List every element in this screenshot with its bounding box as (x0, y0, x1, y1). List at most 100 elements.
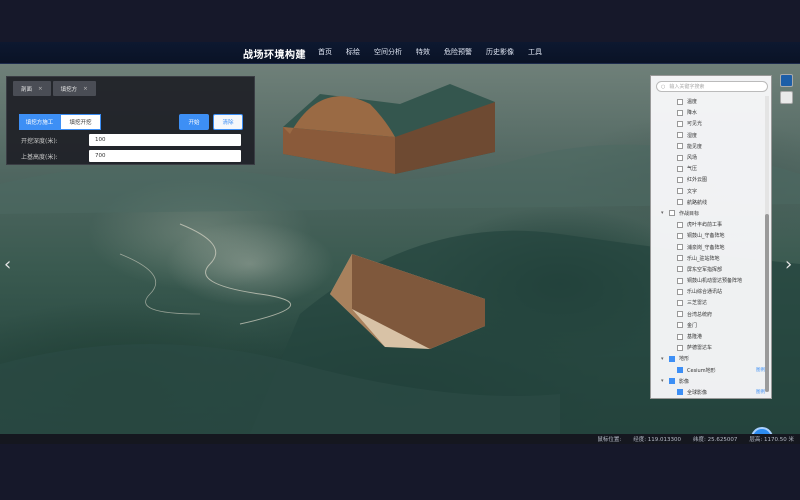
layer-checkbox[interactable] (677, 344, 683, 351)
layer-checkbox[interactable] (677, 277, 683, 284)
search-icon: ○ (661, 83, 666, 90)
layer-checkbox[interactable] (677, 165, 683, 172)
expand-caret-icon[interactable]: ▾ (661, 356, 667, 362)
map-viewport[interactable]: ‹ › 剖面 × 填挖方 × 填挖方施工 填挖开挖 开始 清除 开挖深度(米):… (0, 64, 800, 444)
layers-icon[interactable] (780, 74, 793, 87)
layer-tree-item[interactable]: 温度 (657, 96, 765, 107)
layer-checkbox[interactable] (677, 255, 683, 262)
layer-label: 影像 (679, 378, 690, 385)
layer-label: 萨德雷达车 (687, 345, 713, 352)
layer-checkbox[interactable] (677, 120, 683, 127)
nav-item-danger-warning[interactable]: 危险预警 (444, 47, 472, 57)
layer-label: 屏东空军指挥部 (687, 266, 723, 273)
layer-label: 全球影像 (687, 389, 708, 396)
pan-left-arrow-icon[interactable]: ‹ (4, 254, 11, 275)
layer-tree-item[interactable]: 三芝雷达 (657, 297, 765, 308)
scrollbar-thumb[interactable] (765, 214, 769, 392)
layer-tree-item[interactable]: 风场 (657, 152, 765, 163)
layer-tree-item[interactable]: ▾ 地形 (657, 353, 765, 364)
layer-checkbox[interactable] (677, 143, 683, 150)
layer-tree-item[interactable]: 铜鼓山_守备阵地 (657, 230, 765, 241)
layer-tree-item[interactable]: 全球影像 图例 (657, 387, 765, 398)
layer-checkbox[interactable] (677, 322, 683, 329)
layer-tree-item[interactable]: Cesium地形 图例 (657, 365, 765, 376)
layer-checkbox[interactable] (677, 367, 683, 374)
layer-checkbox[interactable] (677, 109, 683, 116)
layer-tree-item[interactable]: 铜鼓山机动雷达预备阵地 (657, 275, 765, 286)
basemap-icon[interactable] (780, 91, 793, 104)
layer-checkbox[interactable] (669, 355, 675, 362)
tab-profile[interactable]: 剖面 × (13, 81, 51, 96)
layer-checkbox[interactable] (669, 210, 675, 217)
longitude-readout: 经度: 119.013300 (633, 437, 682, 443)
nav-item-spatial-analysis[interactable]: 空间分析 (374, 47, 402, 57)
layer-tree-item[interactable]: ▾ 作战目标 (657, 208, 765, 219)
nav-item-tools[interactable]: 工具 (528, 47, 542, 57)
scrollbar[interactable] (765, 96, 769, 392)
layer-tree-item[interactable]: 湿度 (657, 130, 765, 141)
layer-checkbox[interactable] (677, 98, 683, 105)
layer-tree-item[interactable]: 浦泉岗_守备阵地 (657, 241, 765, 252)
start-button[interactable]: 开始 (179, 114, 209, 130)
layer-tree-item[interactable]: 可见光 (657, 118, 765, 129)
layer-checkbox[interactable] (677, 188, 683, 195)
layer-checkbox[interactable] (677, 288, 683, 295)
mode-excavate-button[interactable]: 填挖开挖 (60, 114, 101, 130)
layer-tree-item[interactable]: 气压 (657, 163, 765, 174)
layer-tree-item[interactable]: 红外云图 (657, 174, 765, 185)
legend-link[interactable]: 图例 (756, 389, 765, 395)
height-readout: 层高: 1170.50 米 (749, 437, 794, 443)
layer-checkbox[interactable] (677, 132, 683, 139)
tab-label: 剖面 (21, 86, 33, 93)
layer-tree-item[interactable]: 台湾总统府 (657, 309, 765, 320)
layer-tree-item[interactable]: 乐山_驻站阵地 (657, 253, 765, 264)
layer-checkbox[interactable] (677, 176, 683, 183)
depth-input[interactable]: 100 (89, 134, 241, 146)
clear-button[interactable]: 清除 (213, 114, 243, 130)
close-icon[interactable]: × (83, 86, 88, 92)
layer-tree-item[interactable]: 航路航线 (657, 197, 765, 208)
layer-tree-item[interactable]: 屏东空军指挥部 (657, 264, 765, 275)
height-input[interactable]: 700 (89, 150, 241, 162)
layer-checkbox[interactable] (677, 311, 683, 318)
app-title: 战场环境构建 (243, 50, 306, 61)
layer-label: 温度 (687, 99, 698, 106)
layer-tree-item[interactable]: 基隆港 (657, 331, 765, 342)
tab-fill-excavation[interactable]: 填挖方 × (52, 81, 96, 96)
layer-tree-item[interactable]: 乐山综合通讯站 (657, 286, 765, 297)
close-icon[interactable]: × (38, 86, 43, 92)
legend-link[interactable]: 图例 (756, 367, 765, 373)
layer-label: Cesium地形 (687, 367, 716, 374)
layer-checkbox[interactable] (677, 333, 683, 340)
layer-checkbox[interactable] (677, 199, 683, 206)
layer-checkbox[interactable] (677, 244, 683, 251)
layer-tree-panel: ○ 输入关键字搜索 温度 降水 可见光 湿度 能见度 风场 气压 红外云图 文字 航路航线 ▾ 作战目… (650, 75, 772, 399)
mode-construct-button[interactable]: 填挖方施工 (19, 114, 60, 130)
layer-checkbox[interactable] (677, 299, 683, 306)
nav-item-home[interactable]: 首页 (318, 47, 332, 57)
layer-tree-item[interactable]: 文字 (657, 186, 765, 197)
layer-tree-item[interactable]: 金门 (657, 320, 765, 331)
expand-caret-icon[interactable]: ▾ (661, 378, 667, 384)
nav-item-effects[interactable]: 特效 (416, 47, 430, 57)
nav-item-history-imagery[interactable]: 历史影像 (486, 47, 514, 57)
tab-label: 填挖方 (60, 86, 78, 93)
layer-label: 地形 (679, 356, 690, 363)
layer-tree-item[interactable]: 虎叶丰屿前工事 (657, 219, 765, 230)
road (179, 223, 292, 325)
layer-label: 铜鼓山机动雷达预备阵地 (687, 278, 743, 285)
expand-caret-icon[interactable]: ▾ (661, 210, 667, 216)
layer-checkbox[interactable] (677, 266, 683, 273)
layer-checkbox[interactable] (677, 154, 683, 161)
layer-tree-item[interactable]: ▾ 影像 (657, 376, 765, 387)
pan-right-arrow-icon[interactable]: › (785, 254, 792, 275)
layer-tree-item[interactable]: 萨德雷达车 (657, 342, 765, 353)
layer-tree-item[interactable]: 降水 (657, 107, 765, 118)
layer-checkbox[interactable] (677, 389, 683, 396)
layer-tree-item[interactable]: 能见度 (657, 141, 765, 152)
layer-checkbox[interactable] (677, 232, 683, 239)
layer-search-input[interactable]: ○ 输入关键字搜索 (656, 81, 768, 92)
nav-item-plot[interactable]: 标绘 (346, 47, 360, 57)
layer-checkbox[interactable] (669, 378, 675, 385)
layer-checkbox[interactable] (677, 221, 683, 228)
